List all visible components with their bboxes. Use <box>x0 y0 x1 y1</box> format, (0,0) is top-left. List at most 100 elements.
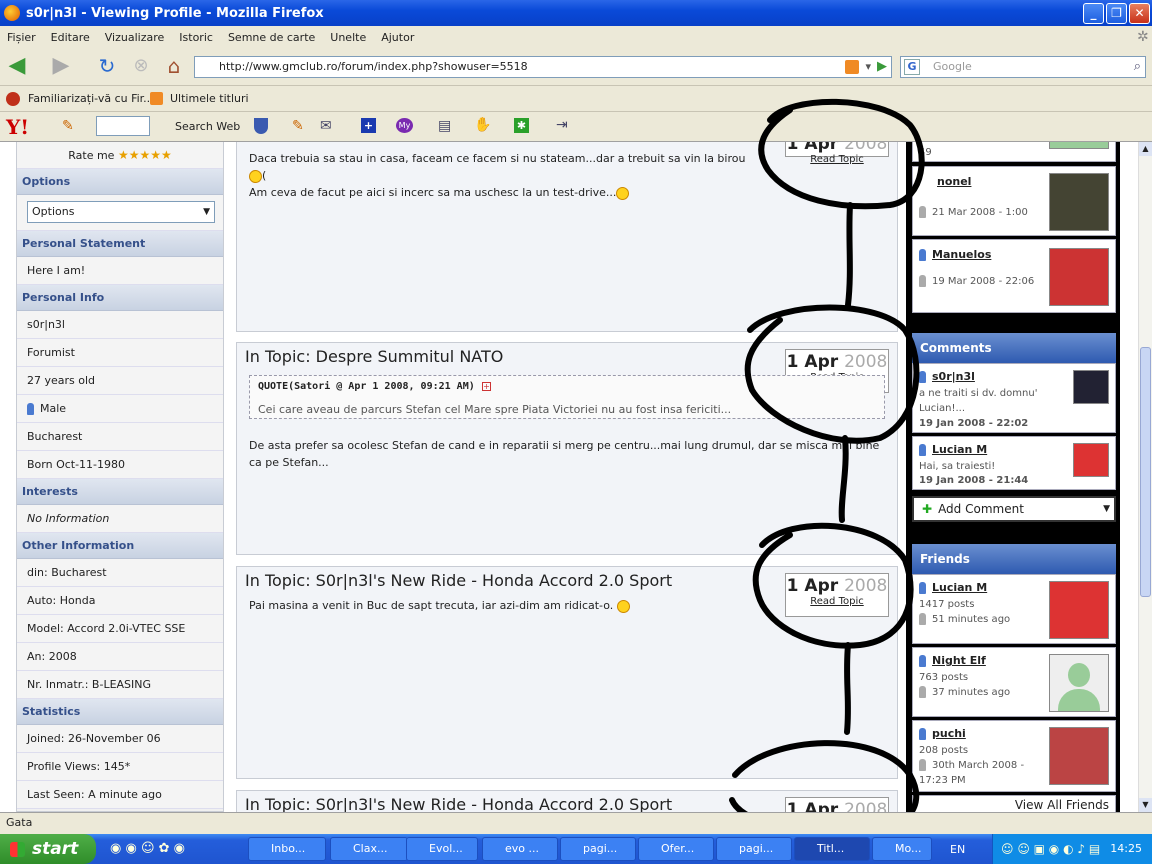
clock: 14:25 <box>1110 842 1142 855</box>
post-title[interactable]: In Topic: S0r|n3l's New Ride - Honda Acc… <box>245 571 672 590</box>
taskbar-item[interactable]: evo ... <box>482 837 558 861</box>
page-scrollbar[interactable]: ▲ ▼ <box>1138 142 1152 812</box>
my-yahoo-icon[interactable]: My <box>396 118 413 133</box>
personal-statement-text: Here I am! <box>17 257 223 285</box>
stat-last-seen: Last Seen: A minute ago <box>17 781 223 809</box>
rating-stars-icon[interactable]: ★★★★★ <box>118 148 172 162</box>
address-bar[interactable]: http://www.gmclub.ro/forum/index.php?sho… <box>194 56 892 78</box>
comment-author[interactable]: Lucian M <box>932 443 987 456</box>
add-comment-button[interactable]: ✚ Add Comment ▼ <box>912 496 1116 522</box>
rss-feed-icon[interactable] <box>845 60 859 74</box>
scroll-up-arrow-icon[interactable]: ▲ <box>1139 142 1152 156</box>
mail-icon[interactable]: ✉ <box>320 118 332 134</box>
user-icon <box>919 275 926 287</box>
profile-city: Bucharest <box>17 423 223 451</box>
visitor-avatar[interactable] <box>1049 173 1109 231</box>
messenger-icon[interactable]: ✱ <box>514 118 529 133</box>
post-date-day: 1 Apr <box>786 800 839 812</box>
minimize-button[interactable]: _ <box>1083 3 1104 24</box>
friend-name[interactable]: Lucian M <box>932 581 987 594</box>
expand-quote-icon[interactable]: + <box>482 382 491 391</box>
post-item: In Topic: Despre Summitul NATO 1 Apr 200… <box>236 342 898 555</box>
friend-avatar[interactable] <box>1049 727 1109 785</box>
friend-name[interactable]: puchi <box>932 727 966 740</box>
highlight-icon[interactable]: ✎ <box>292 118 304 134</box>
visitor-avatar[interactable] <box>1049 248 1109 306</box>
window-title: s0r|n3l - Viewing Profile - Mozilla Fire… <box>26 5 324 21</box>
forward-arrow-icon[interactable]: ▶ <box>48 54 74 80</box>
tray-icons[interactable]: ☺ ☺ ▣ ◉ ◐ ♪ ▤ <box>1001 834 1100 864</box>
comment-avatar[interactable] <box>1073 443 1109 477</box>
search-web-button[interactable]: Search Web <box>175 120 240 133</box>
add-icon[interactable]: + <box>361 118 376 133</box>
comment-author[interactable]: s0r|n3l <box>932 370 975 383</box>
taskbar-item[interactable]: Mo... <box>872 837 932 861</box>
friend-avatar[interactable] <box>1049 654 1109 712</box>
bookmark-latest-headlines[interactable]: Ultimele titluri <box>170 92 249 105</box>
taskbar-item-active[interactable]: Titl... <box>794 837 870 861</box>
go-button-icon[interactable]: ▶ <box>877 57 887 77</box>
dropdown-arrow-icon[interactable]: ▾ <box>865 57 871 77</box>
visitor-name[interactable]: nonel <box>937 175 971 188</box>
view-all-friends-link[interactable]: View All Friends <box>912 795 1116 812</box>
home-icon[interactable]: ⌂ <box>161 54 187 80</box>
options-header: Options <box>17 169 223 195</box>
pages-icon[interactable]: ▤ <box>438 118 451 134</box>
search-icon[interactable]: ⌕ <box>1134 57 1141 77</box>
hand-icon[interactable]: ✋ <box>474 117 491 133</box>
taskbar-item[interactable]: pagi... <box>560 837 636 861</box>
comment-avatar[interactable] <box>1073 370 1109 404</box>
taskbar-item[interactable]: Evol... <box>406 837 478 861</box>
add-comment-icon: ✚ <box>922 502 933 516</box>
taskbar-item[interactable]: Ofer... <box>638 837 714 861</box>
options-select[interactable]: Options ▼ <box>27 201 215 223</box>
post-title[interactable]: In Topic: S0r|n3l's New Ride - Honda Acc… <box>245 795 672 812</box>
status-text: Gata <box>6 816 33 829</box>
yahoo-search-input[interactable] <box>96 116 150 136</box>
visitor-date-row: 19 Mar 2008 - 22:06 <box>919 274 1039 289</box>
scroll-down-arrow-icon[interactable]: ▼ <box>1139 798 1152 812</box>
friend-avatar[interactable] <box>1049 581 1109 639</box>
bookmark-getting-started[interactable]: Familiarizați-vă cu Fir... <box>28 92 154 105</box>
profile-username: s0r|n3l <box>17 311 223 339</box>
read-topic-link[interactable]: Read Topic <box>786 154 888 165</box>
back-arrow-icon[interactable]: ◀ <box>4 54 30 80</box>
stop-icon[interactable]: ⊗ <box>128 54 154 80</box>
menu-help[interactable]: Ajutor <box>381 31 414 44</box>
menu-history[interactable]: Istoric <box>179 31 213 44</box>
search-input[interactable]: G Google ⌕ <box>900 56 1146 78</box>
profile-birthday: Born Oct-11-1980 <box>17 451 223 479</box>
menu-file[interactable]: Fișier <box>7 31 36 44</box>
shield-icon[interactable] <box>254 118 268 134</box>
menu-bookmarks[interactable]: Semne de carte <box>228 31 315 44</box>
menu-view[interactable]: Vizualizare <box>105 31 165 44</box>
post-title[interactable]: In Topic: Despre Summitul NATO <box>245 347 503 366</box>
exit-icon[interactable]: ⇥ <box>556 117 568 133</box>
menu-tools[interactable]: Unelte <box>330 31 366 44</box>
close-button[interactable]: ✕ <box>1129 3 1150 24</box>
comment-author-row: Lucian M <box>919 443 987 456</box>
firefox-icon <box>4 5 20 21</box>
visitor-thumbnail[interactable] <box>1049 142 1109 149</box>
visitor-name[interactable]: Manuelos <box>932 248 991 261</box>
pencil-icon[interactable]: ✎ <box>62 118 74 134</box>
interests-header: Interests <box>17 479 223 505</box>
quicklaunch-icons[interactable]: ◉ ◉ ☺ ✿ ◉ <box>110 841 185 856</box>
maximize-button[interactable]: ❐ <box>1106 3 1127 24</box>
scroll-thumb[interactable] <box>1140 347 1151 597</box>
reload-icon[interactable]: ↻ <box>94 54 120 80</box>
taskbar-item[interactable]: pagi... <box>716 837 792 861</box>
taskbar-item[interactable]: Clax... <box>330 837 408 861</box>
quote-block: QUOTE(Satori @ Apr 1 2008, 09:21 AM) + C… <box>249 375 885 419</box>
friend-name[interactable]: Night Elf <box>932 654 986 667</box>
stat-joined: Joined: 26-November 06 <box>17 725 223 753</box>
start-button[interactable]: start <box>0 834 96 864</box>
taskbar-item[interactable]: Inbo... <box>248 837 326 861</box>
language-indicator[interactable]: EN <box>950 843 965 856</box>
yahoo-logo-icon[interactable]: Y! <box>6 115 29 139</box>
menu-edit[interactable]: Editare <box>51 31 90 44</box>
male-icon <box>27 403 34 415</box>
google-icon[interactable]: G <box>904 59 920 75</box>
profile-rank: Forumist <box>17 339 223 367</box>
read-topic-link[interactable]: Read Topic <box>786 596 888 607</box>
